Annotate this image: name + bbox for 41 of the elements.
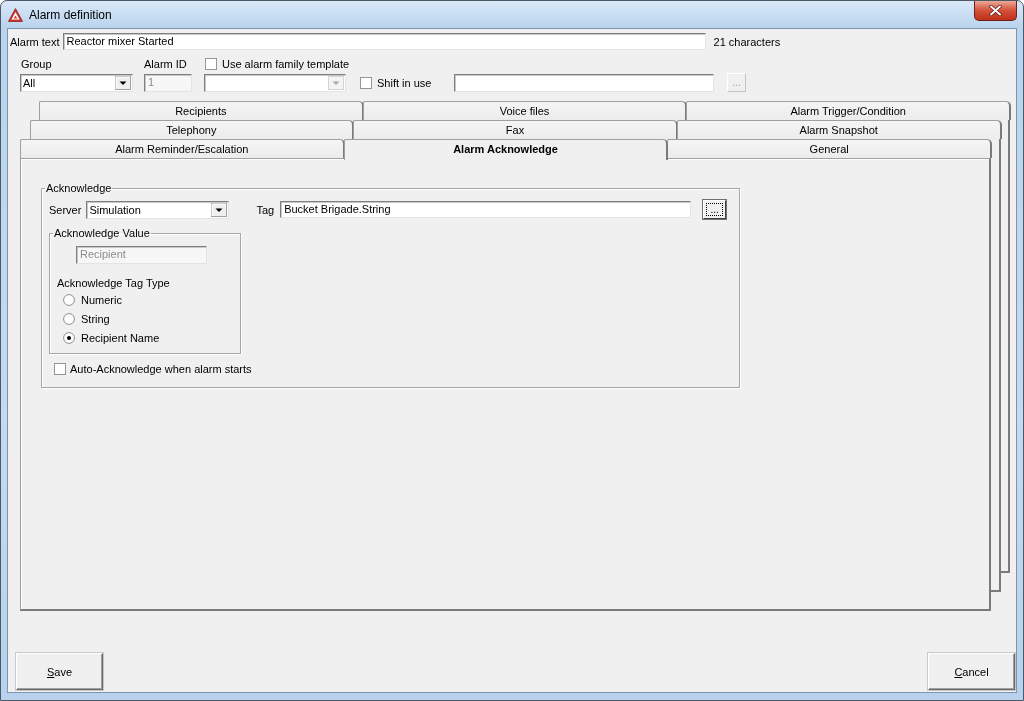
tab[interactable]: Alarm Acknowledge — [343, 139, 669, 160]
tab[interactable]: Fax — [353, 120, 678, 139]
alarm-text-field[interactable]: Reactor mixer Started — [62, 33, 706, 50]
checkbox-label: Use alarm family template — [222, 58, 350, 70]
tab[interactable]: Telephony — [29, 120, 355, 139]
shift-field[interactable] — [454, 74, 714, 92]
tab[interactable]: Alarm Snapshot — [676, 120, 1002, 139]
checkbox-label: Shift in use — [377, 77, 432, 89]
group-dropdown[interactable]: All — [20, 74, 133, 92]
dropdown-arrow-icon — [115, 76, 131, 90]
checkbox[interactable] — [205, 58, 217, 70]
radio-label: Numeric — [81, 293, 122, 306]
checkbox[interactable] — [54, 363, 66, 375]
tag-field[interactable]: Bucket Brigade.String — [280, 201, 692, 218]
dialog-button[interactable]: Save — [16, 653, 103, 690]
alarm-text-label: Alarm text — [10, 35, 60, 48]
tag-label: Tag — [256, 203, 275, 216]
tab[interactable]: Recipients — [39, 101, 364, 120]
tab[interactable]: General — [667, 139, 992, 158]
radio-label: Recipient Name — [81, 331, 160, 344]
group-label: Group — [21, 58, 52, 70]
warning-triangle-icon — [8, 7, 23, 22]
close-button[interactable] — [974, 1, 1017, 21]
server-dropdown[interactable]: Simulation — [86, 200, 230, 219]
window-title: Alarm definition — [29, 7, 112, 22]
alarm-id-label: Alarm ID — [144, 58, 187, 70]
tab[interactable]: Voice files — [362, 101, 688, 120]
radio-label: String — [81, 312, 110, 325]
dropdown-arrow-icon — [211, 202, 228, 217]
server-label: Server — [49, 203, 82, 216]
close-icon — [989, 5, 1002, 16]
checkbox-label: Auto-Acknowledge when alarm starts — [70, 363, 252, 375]
checkbox[interactable] — [360, 77, 372, 89]
dialog-button[interactable]: Cancel — [928, 653, 1015, 690]
browse-button[interactable]: ... — [703, 200, 727, 219]
group-box-title: Acknowledge — [45, 182, 113, 195]
tab[interactable]: Alarm Reminder/Escalation — [20, 139, 345, 158]
group-box-title: Acknowledge Value — [53, 227, 151, 240]
character-count: 21 characters — [713, 35, 781, 48]
tab[interactable]: Alarm Trigger/Condition — [686, 101, 1011, 120]
tag-type-label: Acknowledge Tag Type — [57, 277, 170, 290]
